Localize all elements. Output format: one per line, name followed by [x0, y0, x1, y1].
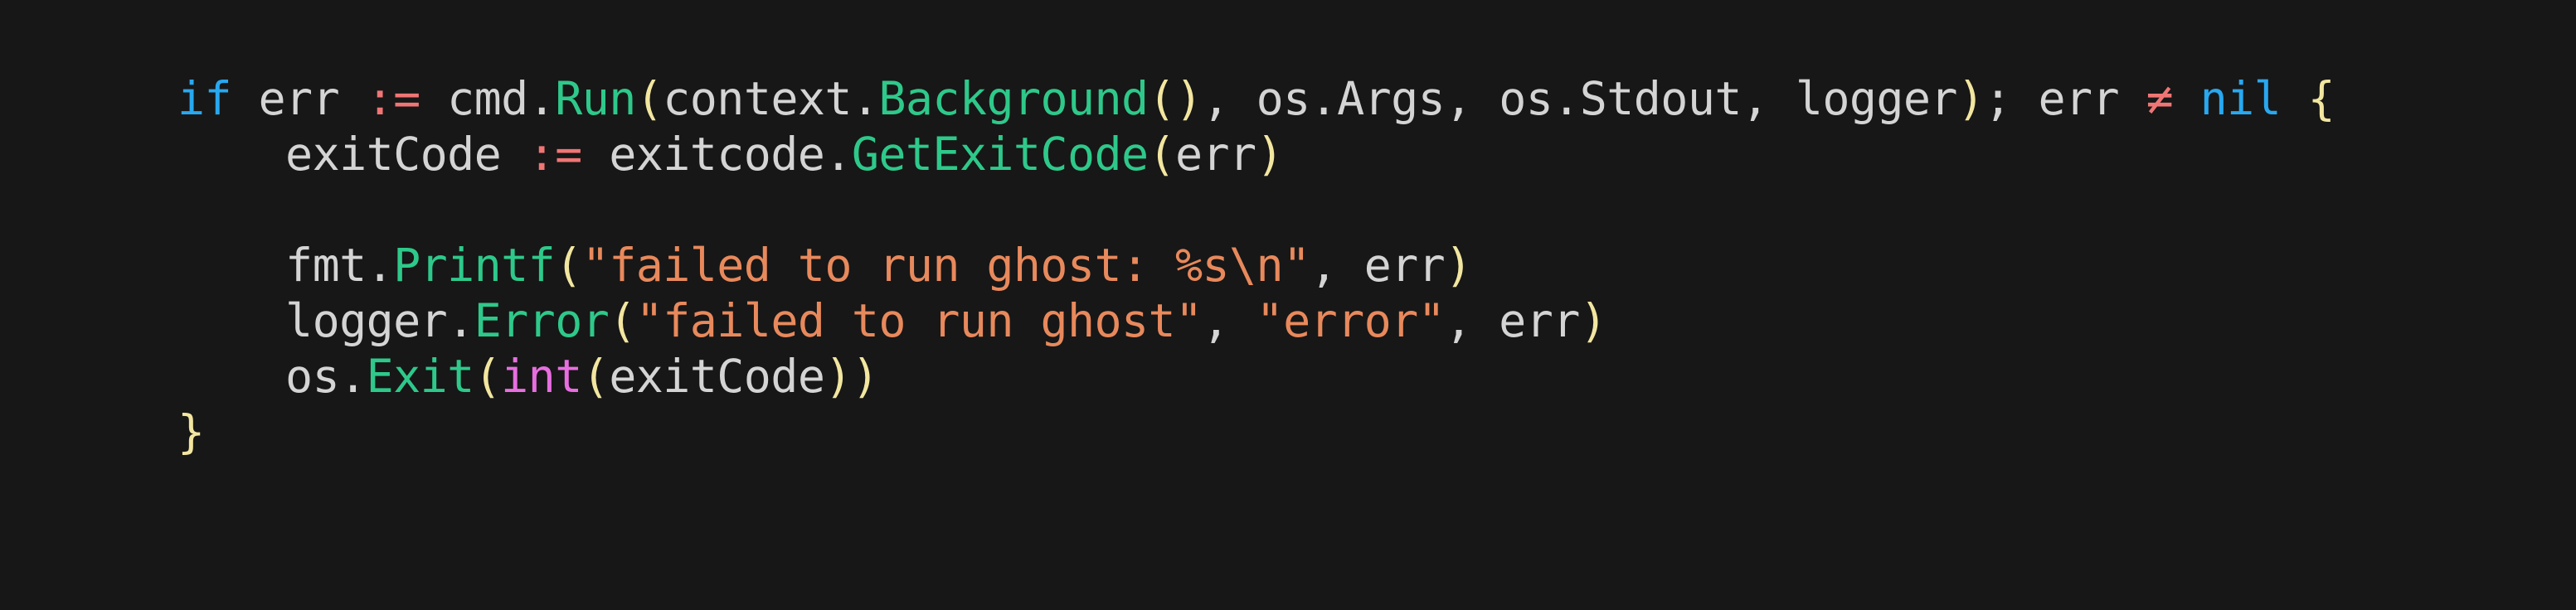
code-token-ident: context [663, 72, 852, 125]
code-token-punct: . [447, 294, 474, 347]
code-line: os.Exit(int(exitCode)) [177, 349, 2335, 404]
code-token-ident: Stdout, logger [1579, 72, 1958, 125]
code-token-ident: , err [1445, 294, 1580, 347]
code-token-string: "failed to run ghost" [635, 294, 1203, 347]
code-token-ident: fmt [177, 239, 367, 292]
code-token-operator: ≠ [2146, 72, 2174, 125]
code-token-type: int [501, 350, 582, 403]
code-token-func: Background [878, 72, 1149, 125]
code-token-paren: { [2307, 72, 2335, 125]
code-token-paren: ( [635, 72, 663, 125]
code-line: logger.Error("failed to run ghost", "err… [177, 293, 2335, 349]
code-token-ident [2173, 72, 2200, 125]
code-token-paren: ( [609, 294, 636, 347]
code-token-keyword: nil [2199, 72, 2282, 125]
code-token-ident: cmd [420, 72, 528, 125]
code-line: exitCode := exitcode.GetExitCode(err) [177, 127, 2335, 182]
code-line: fmt.Printf("failed to run ghost: %s\n", … [177, 238, 2335, 293]
code-token-ident: , os [1202, 72, 1311, 125]
code-token-ident: err [231, 72, 367, 125]
code-token-ident: , err [1310, 239, 1446, 292]
code-token-paren: ) [1445, 239, 1472, 292]
code-token-ident: exitCode [609, 350, 825, 403]
code-token-func: Exit [366, 350, 475, 403]
code-token-punct: . [527, 72, 556, 125]
code-token-ident: logger [177, 294, 448, 347]
code-token-punct: . [339, 350, 367, 403]
code-token-ident: exitCode [177, 128, 528, 181]
code-token-operator: := [527, 128, 583, 181]
code-token-string: "error" [1256, 294, 1446, 347]
code-token-paren: } [177, 405, 205, 458]
code-token-ident: ; err [1984, 72, 2146, 125]
code-token-func: Printf [393, 239, 556, 292]
code-token-func: Run [555, 72, 636, 125]
code-token-paren: ) [1256, 128, 1284, 181]
code-token-paren: ) [1956, 72, 1985, 125]
code-token-ident: Args, os [1337, 72, 1553, 125]
code-token-punct: . [366, 239, 394, 292]
code-line: } [177, 404, 2335, 460]
code-token-punct: . [1553, 72, 1580, 125]
code-token-string: "failed to run ghost: %s\n" [581, 239, 1310, 292]
code-token-ident: err [1175, 128, 1256, 181]
code-token-func: GetExitCode [851, 128, 1149, 181]
code-token-ident: os [177, 350, 340, 403]
code-token-ident: , [1202, 294, 1256, 347]
code-token-operator: := [366, 72, 421, 125]
code-token-paren: ( [1148, 128, 1176, 181]
code-block: if err := cmd.Run(context.Background(), … [177, 71, 2335, 460]
code-token-punct: . [1310, 72, 1338, 125]
code-token-paren: )) [824, 350, 879, 403]
code-token-func: Error [474, 294, 610, 347]
code-token-paren: ( [474, 350, 502, 403]
code-token-punct: . [851, 72, 879, 125]
code-token-punct: . [824, 128, 852, 181]
code-token-paren: () [1148, 72, 1203, 125]
code-line: if err := cmd.Run(context.Background(), … [177, 71, 2335, 127]
code-token-paren: ( [555, 239, 582, 292]
code-token-ident: exitcode [581, 128, 825, 181]
code-token-paren: ) [1579, 294, 1607, 347]
code-editor: if err := cmd.Run(context.Background(), … [0, 0, 2576, 610]
code-token-keyword: if [177, 72, 232, 125]
code-token-ident [2281, 72, 2308, 125]
code-token-paren: ( [581, 350, 610, 403]
